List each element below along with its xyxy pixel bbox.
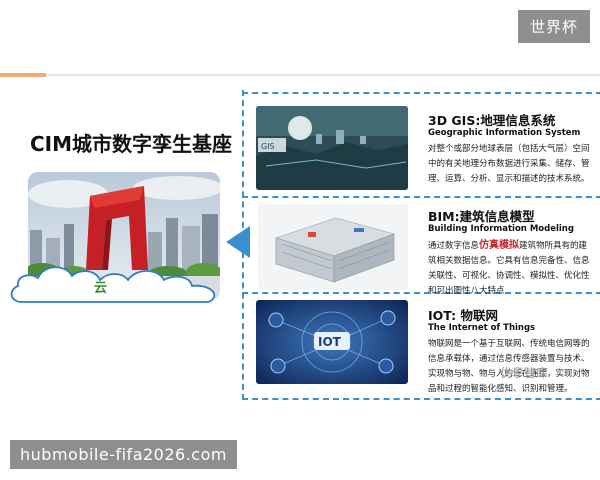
iot-subtitle: The Internet of Things: [428, 323, 536, 333]
header-divider: [0, 74, 600, 76]
bim-subtitle: Building Information Modeling: [428, 224, 574, 234]
iot-image: IOT: [256, 300, 408, 384]
header-divider-accent: [0, 73, 46, 77]
gis-image: GIS: [256, 106, 408, 190]
arrow-left-icon: [226, 226, 250, 258]
gis-description: 对整个或部分地球表层（包括大气层）空间中的有关地理分布数据进行采集、储存、管理、…: [428, 144, 590, 184]
connector-top: [242, 92, 600, 94]
iot-image-label: IOT: [318, 335, 342, 349]
watermark-text: 优享智库: [500, 366, 549, 380]
category-badge[interactable]: 世界杯: [517, 10, 590, 43]
bim-description-prefix: 通过数字信息: [428, 241, 480, 251]
gis-subtitle: Geographic Information System: [428, 128, 581, 138]
connector-mid-1: [242, 196, 600, 198]
bim-description-highlight: 仿真模拟: [479, 240, 520, 251]
url-banner[interactable]: hubmobile-fifa2026.com: [10, 440, 237, 469]
bim-image: [258, 204, 408, 290]
main-title: CIM城市数字孪生基座: [30, 132, 233, 156]
iot-title: IOT: 物联网: [428, 308, 498, 323]
bim-description: 通过数字信息仿真模拟建筑物所具有的建筑相关数据信息。它具有信息完备性、信息关联性…: [428, 238, 593, 299]
bim-title: BIM:建筑信息模型: [428, 209, 535, 224]
connector-bottom: [242, 398, 600, 400]
cloud-label: 云: [94, 281, 108, 296]
connector-vertical: [242, 90, 244, 400]
cloud-shape: [10, 266, 216, 303]
gis-title: 3D GIS:地理信息系统: [428, 113, 556, 128]
gis-image-label: GIS: [261, 142, 275, 151]
